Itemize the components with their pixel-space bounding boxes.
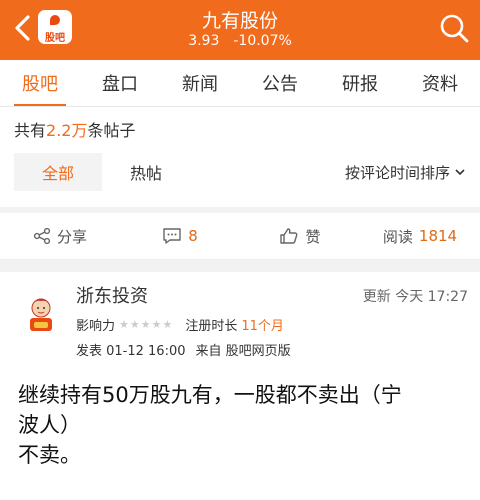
tab-research[interactable]: 研报	[320, 60, 400, 106]
comment-button[interactable]: 8	[120, 227, 240, 245]
posted-time: 发表 01-12 16:00	[76, 344, 186, 359]
thumbs-up-icon	[280, 228, 298, 244]
top-bar: 股吧 九有股份 3.93 -10.07%	[0, 0, 480, 60]
updated-label: 更新	[362, 289, 391, 305]
registration-label: 注册时长	[185, 319, 238, 334]
post-source: 来自 股吧网页版	[195, 344, 291, 359]
updated-time: 更新 今天 17:27	[363, 286, 468, 306]
post-summary: 共有2.2万条帖子 全部 热帖 按评论时间排序	[0, 107, 480, 207]
comment-icon	[163, 228, 181, 244]
sort-label: 按评论时间排序	[344, 163, 450, 182]
post-count-value: 2.2万	[46, 121, 88, 140]
post-count-suffix: 条帖子	[87, 121, 136, 140]
stock-change: -10.07%	[233, 33, 292, 49]
tab-announcements[interactable]: 公告	[240, 60, 320, 106]
post-action-bar: 分享 8 赞 阅读 1814	[0, 213, 480, 260]
filter-all-button[interactable]: 全部	[14, 153, 102, 191]
read-count: 1814	[418, 227, 458, 245]
sort-dropdown[interactable]: 按评论时间排序	[345, 153, 466, 191]
post-body-text: 不卖。	[18, 443, 81, 467]
like-label: 赞	[305, 227, 321, 246]
section-tabs: 股吧 盘口 新闻 公告 研报 资料	[0, 60, 480, 107]
read-label: 阅读	[382, 227, 413, 246]
filter-hot-button[interactable]: 热帖	[102, 153, 190, 191]
updated-value: 今天 17:27	[395, 289, 468, 305]
divider	[0, 260, 480, 272]
tab-news[interactable]: 新闻	[160, 60, 240, 106]
post-count-prefix: 共有	[14, 121, 47, 140]
share-label: 分享	[56, 227, 87, 246]
post-info: 发表 01-12 16:00 来自 股吧网页版	[76, 340, 470, 359]
share-icon	[33, 227, 51, 245]
stock-name: 九有股份	[201, 10, 278, 32]
stock-quote: 3.93 -10.07%	[0, 33, 480, 49]
post-title-line: 波人）	[18, 413, 81, 437]
comment-count: 8	[188, 227, 198, 245]
post-content: 继续持有50万股九有，一股都不卖出（宁 波人） 不卖。	[18, 380, 462, 470]
post-meta: 浙东投资 更新 今天 17:27 影响力 ★★★★★ 注册时长 11个月 发表 0…	[76, 282, 470, 359]
like-button[interactable]: 赞	[240, 226, 360, 247]
post-title-line: 继续持有50万股九有，一股都不卖出（宁	[18, 383, 402, 407]
caret-down-icon	[455, 169, 465, 176]
filter-bar: 全部 热帖 按评论时间排序	[14, 153, 466, 191]
author-stats: 影响力 ★★★★★ 注册时长 11个月	[76, 315, 470, 334]
search-icon[interactable]	[438, 12, 470, 44]
read-count-display: 阅读 1814	[360, 226, 480, 247]
registration-value: 11个月	[241, 319, 284, 334]
share-button[interactable]: 分享	[0, 226, 120, 247]
avatar[interactable]	[20, 294, 62, 336]
stock-price: 3.93	[188, 33, 220, 49]
tab-profile[interactable]: 资料	[400, 60, 480, 106]
post-count: 共有2.2万条帖子	[14, 117, 466, 141]
influence-stars: ★★★★★	[119, 318, 174, 331]
tab-guba[interactable]: 股吧	[0, 60, 80, 106]
influence-label: 影响力	[76, 319, 116, 334]
registration-duration: 注册时长 11个月	[185, 315, 284, 334]
tab-pankou[interactable]: 盘口	[80, 60, 160, 106]
